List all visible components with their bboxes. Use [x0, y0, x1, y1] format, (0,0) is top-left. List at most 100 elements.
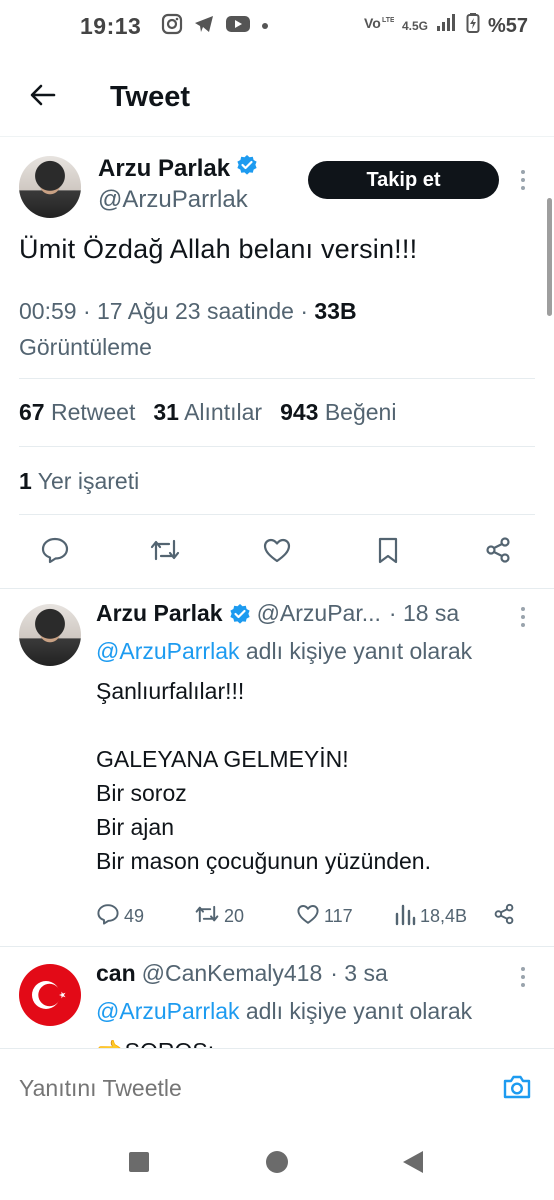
- reply-time[interactable]: · 18 sa: [389, 600, 459, 627]
- author-handle[interactable]: @ArzuPar...: [257, 600, 381, 627]
- follow-button[interactable]: Takip et: [308, 161, 499, 199]
- author-name[interactable]: can: [96, 960, 136, 987]
- like-button[interactable]: [259, 534, 295, 570]
- reply-text: Şanlıurfalılar!!! GALEYANA GELMEYİN! Bir…: [96, 674, 431, 878]
- like-button[interactable]: 117: [296, 902, 353, 931]
- recents-button[interactable]: [124, 1149, 154, 1179]
- network-type: 4.5G: [401, 19, 428, 33]
- reply-button[interactable]: 49: [96, 902, 144, 931]
- reply-composer: [0, 1049, 554, 1129]
- camera-icon: [501, 1072, 533, 1107]
- svg-text:Vo: Vo: [364, 15, 381, 31]
- verified-badge-icon: [236, 154, 258, 183]
- reply-time[interactable]: · 3 sa: [330, 960, 388, 987]
- reply-text-line: Bir mason çocuğunun yüzünden.: [96, 848, 431, 874]
- heart-icon: [262, 535, 292, 570]
- heart-icon: [296, 902, 320, 931]
- home-button[interactable]: [262, 1149, 292, 1179]
- instagram-icon: [161, 13, 183, 40]
- more-options-icon[interactable]: [513, 962, 533, 992]
- back-nav-button[interactable]: [398, 1149, 428, 1179]
- retweet-button[interactable]: 20: [194, 902, 244, 931]
- bookmark-button[interactable]: [370, 534, 406, 570]
- share-button[interactable]: [480, 534, 516, 570]
- divider: [0, 946, 554, 947]
- tweet-timestamp[interactable]: 00:59 · 17 Ağu 23 saatinde ·: [19, 298, 314, 324]
- retweet-button[interactable]: [147, 534, 183, 570]
- quotes-stat[interactable]: 31 Alıntılar: [153, 399, 262, 426]
- like-count: 117: [324, 906, 353, 926]
- likes-stat[interactable]: 943 Beğeni: [280, 399, 396, 426]
- tweet-text: Ümit Özdağ Allah belanı versin!!!: [19, 234, 418, 264]
- recents-icon: [127, 1150, 151, 1179]
- reply-icon: [96, 902, 120, 931]
- status-bar: 19:13 Vo LTE 4.5G %57: [0, 0, 554, 52]
- reply-icon: [40, 535, 70, 570]
- youtube-icon: [225, 14, 251, 39]
- reply-button[interactable]: [37, 534, 73, 570]
- reply-tweet[interactable]: can @CanKemaly418 · 3 sa @ArzuParrlak ad…: [0, 950, 554, 1048]
- reply-text-line: 👈SOROS:: [96, 1034, 214, 1048]
- author-name[interactable]: Arzu Parlak: [96, 600, 223, 627]
- battery-percent: %57: [487, 14, 528, 37]
- views-count: 33B: [314, 298, 357, 324]
- divider: [19, 446, 535, 447]
- reply-actions: 49 20 117 18,4B: [96, 902, 526, 930]
- turkish-flag-icon: [32, 981, 66, 1009]
- reply-count: 49: [124, 906, 145, 926]
- back-triangle-icon: [400, 1149, 426, 1180]
- avatar[interactable]: [19, 604, 81, 666]
- author-handle[interactable]: @CanKemaly418: [142, 960, 323, 987]
- camera-button[interactable]: [497, 1069, 537, 1109]
- header-divider: [0, 136, 554, 137]
- scrollbar[interactable]: [547, 198, 552, 316]
- reply-header: can @CanKemaly418 · 3 sa: [96, 960, 388, 987]
- signal-icon: [436, 13, 458, 39]
- svg-text:LTE: LTE: [382, 17, 394, 24]
- tweet-actions: [0, 530, 554, 574]
- replying-to: @ArzuParrlak adlı kişiye yanıt olarak: [96, 638, 473, 664]
- retweet-icon: [149, 535, 181, 570]
- views-button[interactable]: 18,4B: [394, 902, 467, 931]
- page-title: Tweet: [110, 80, 191, 113]
- reply-text-line: Bir soroz: [96, 780, 187, 806]
- top-app-bar: Tweet: [0, 60, 554, 134]
- status-right: Vo LTE 4.5G %57: [364, 12, 528, 40]
- views-label: Görüntüleme: [19, 334, 152, 360]
- reply-text: 👈SOROS:: [96, 1034, 214, 1048]
- more-options-icon[interactable]: [513, 165, 533, 195]
- arrow-left-icon: [28, 80, 58, 115]
- home-icon: [265, 1150, 289, 1179]
- retweets-stat[interactable]: 67 Retweet: [19, 399, 135, 426]
- avatar[interactable]: [19, 964, 81, 1026]
- mention-link[interactable]: @ArzuParrlak: [96, 998, 240, 1024]
- retweet-count: 20: [224, 906, 245, 926]
- divider: [0, 588, 554, 589]
- tweet-meta: 00:59 · 17 Ağu 23 saatinde · 33B Görüntü…: [19, 293, 519, 365]
- reply-input[interactable]: [19, 1075, 439, 1102]
- bookmarks-stat[interactable]: 1 Yer işareti: [19, 468, 139, 495]
- reply-text-line: Bir ajan: [96, 814, 174, 840]
- share-icon: [492, 902, 516, 931]
- mention-link[interactable]: @ArzuParrlak: [96, 638, 240, 664]
- divider: [19, 514, 535, 515]
- system-nav-bar: [0, 1129, 554, 1200]
- battery-icon: [466, 12, 480, 40]
- author-name-row[interactable]: Arzu Parlak: [98, 154, 258, 183]
- divider: [19, 378, 535, 379]
- dot-icon: [261, 17, 269, 35]
- author-name: Arzu Parlak: [98, 154, 231, 182]
- verified-badge-icon: [229, 603, 251, 625]
- retweet-icon: [194, 902, 220, 931]
- reply-text-line: GALEYANA GELMEYİN!: [96, 746, 349, 772]
- bookmark-icon: [373, 535, 403, 570]
- share-icon: [483, 535, 513, 570]
- share-button[interactable]: [492, 902, 516, 931]
- reply-text-line: [96, 708, 431, 742]
- more-options-icon[interactable]: [513, 602, 533, 632]
- author-handle[interactable]: @ArzuParrlak: [98, 186, 248, 214]
- avatar[interactable]: [19, 156, 81, 218]
- back-button[interactable]: [16, 70, 70, 124]
- view-count: 18,4B: [420, 906, 468, 926]
- bar-chart-icon: [394, 902, 416, 931]
